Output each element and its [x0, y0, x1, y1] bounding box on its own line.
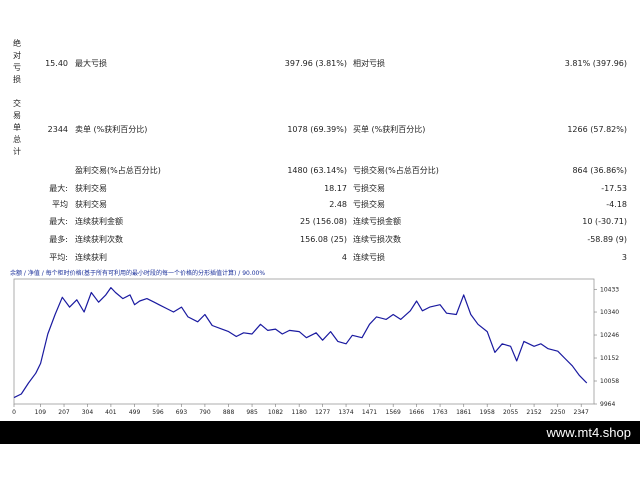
x-tick-label: 0 — [12, 409, 16, 416]
x-tick-label: 2347 — [574, 409, 589, 416]
row-value-2: 1078 (69.39%) — [287, 125, 347, 134]
x-tick-label: 1180 — [292, 409, 307, 416]
x-tick-label: 596 — [152, 409, 164, 416]
row-value-1: 最多: — [49, 235, 68, 244]
plot-frame — [13, 278, 595, 405]
row-value-2: 397.96 (3.81%) — [284, 59, 347, 68]
footer-bar: www.mt4.shop — [0, 421, 640, 444]
row-value-2: 156.08 (25) — [300, 235, 347, 244]
row-label-2: 亏损交易(%占总百分比) — [353, 166, 439, 175]
row-label-1: 最大亏损 — [75, 59, 107, 68]
row-value-1: 平均 — [52, 200, 68, 209]
row-value-3: -58.89 (9) — [587, 235, 627, 244]
x-tick-label: 1666 — [409, 409, 424, 416]
row-label-2: 买单 (%获利百分比) — [353, 125, 426, 134]
x-tick-label: 1861 — [456, 409, 471, 416]
x-tick-label: 1569 — [386, 409, 401, 416]
x-tick-label: 2250 — [550, 409, 565, 416]
row-value-2: 2.48 — [329, 200, 347, 209]
site-watermark: www.mt4.shop — [546, 425, 631, 440]
report-row: 最多: 连续获利次数 156.08 (25) 连续亏损次数 -58.89 (9) — [0, 231, 640, 249]
row-label-1: 连续获利金额 — [75, 217, 123, 226]
y-tick-label: 10058 — [600, 378, 619, 385]
x-tick-label: 693 — [176, 409, 188, 416]
chart-svg: 10433 10340 10246 10152 10058 9964 0 109 207 304 4… — [12, 278, 619, 416]
x-tick-label: 1958 — [480, 409, 495, 416]
balance-chart: 余额 / 净值 / 每个柜时价格(基于所有可利用的最小时段的每一个价格的分形插值… — [10, 269, 619, 419]
row-value-1: 最大: — [49, 217, 68, 226]
y-tick-label: 9964 — [600, 401, 615, 408]
y-tick-label: 10340 — [600, 309, 619, 316]
row-value-2: 4 — [341, 253, 347, 262]
x-tick-label: 304 — [82, 409, 94, 416]
x-tick-label: 401 — [105, 409, 117, 416]
row-label-1: 盈利交易(%占总百分比) — [75, 166, 161, 175]
x-tick-label: 1277 — [315, 409, 330, 416]
x-tick-label: 2055 — [503, 409, 518, 416]
report-row: 2344 卖单 (%获利百分比) 1078 (69.39%) 买单 (%获利百分… — [0, 121, 640, 139]
row-label-2: 相对亏损 — [353, 59, 385, 68]
row-value-3: -4.18 — [606, 200, 627, 209]
row-label-2: 连续亏损次数 — [353, 235, 401, 244]
row-value-2: 1480 (63.14%) — [287, 166, 347, 175]
y-tick-label: 10152 — [600, 355, 619, 362]
row-label-1: 获利交易 — [75, 200, 107, 209]
row-value-1: 15.40 — [45, 59, 68, 68]
x-tick-label: 790 — [199, 409, 211, 416]
row-label-1: 连续获利次数 — [75, 235, 123, 244]
y-tick-label: 10246 — [600, 332, 619, 339]
x-tick-label: 499 — [129, 409, 141, 416]
report-row: 平均: 连续获利 4 连续亏损 3 — [0, 249, 640, 267]
row-label-2: 连续亏损 — [353, 253, 385, 262]
x-tick-label: 985 — [246, 409, 258, 416]
x-tick-label: 1082 — [268, 409, 283, 416]
x-tick-label: 2152 — [526, 409, 541, 416]
x-tick-label: 1471 — [362, 409, 377, 416]
row-value-3: 3 — [621, 253, 627, 262]
row-value-1: 2344 — [47, 125, 68, 134]
report-row: 平均 获利交易 2.48 亏损交易 -4.18 — [0, 196, 640, 214]
row-label-2: 亏损交易 — [353, 200, 385, 209]
row-value-3: 864 (36.86%) — [572, 166, 627, 175]
x-tick-label: 888 — [223, 409, 235, 416]
report-panel: 绝对亏损 交易单总计 15.40 最大亏损 397.96 (3.81%) 相对亏… — [0, 0, 640, 268]
row-label-1: 卖单 (%获利百分比) — [75, 125, 148, 134]
row-value-2: 25 (156.08) — [300, 217, 347, 226]
row-value-3: 3.81% (397.96) — [564, 59, 627, 68]
row-value-3: 1266 (57.82%) — [567, 125, 627, 134]
y-tick-label: 10433 — [600, 286, 619, 293]
report-row: 盈利交易(%占总百分比) 1480 (63.14%) 亏损交易(%占总百分比) … — [0, 162, 640, 180]
row-value-1: 平均: — [49, 253, 68, 262]
x-tick-label: 1374 — [338, 409, 353, 416]
report-row: 最大: 连续获利金额 25 (156.08) 连续亏损金额 10 (-30.71… — [0, 213, 640, 231]
report-row: 15.40 最大亏损 397.96 (3.81%) 相对亏损 3.81% (39… — [0, 55, 640, 73]
row-label-2: 连续亏损金额 — [353, 217, 401, 226]
x-tick-label: 109 — [35, 409, 47, 416]
row-label-1: 连续获利 — [75, 253, 107, 262]
row-value-3: 10 (-30.71) — [582, 217, 627, 226]
x-tick-label: 1763 — [432, 409, 447, 416]
x-tick-label: 207 — [58, 409, 70, 416]
